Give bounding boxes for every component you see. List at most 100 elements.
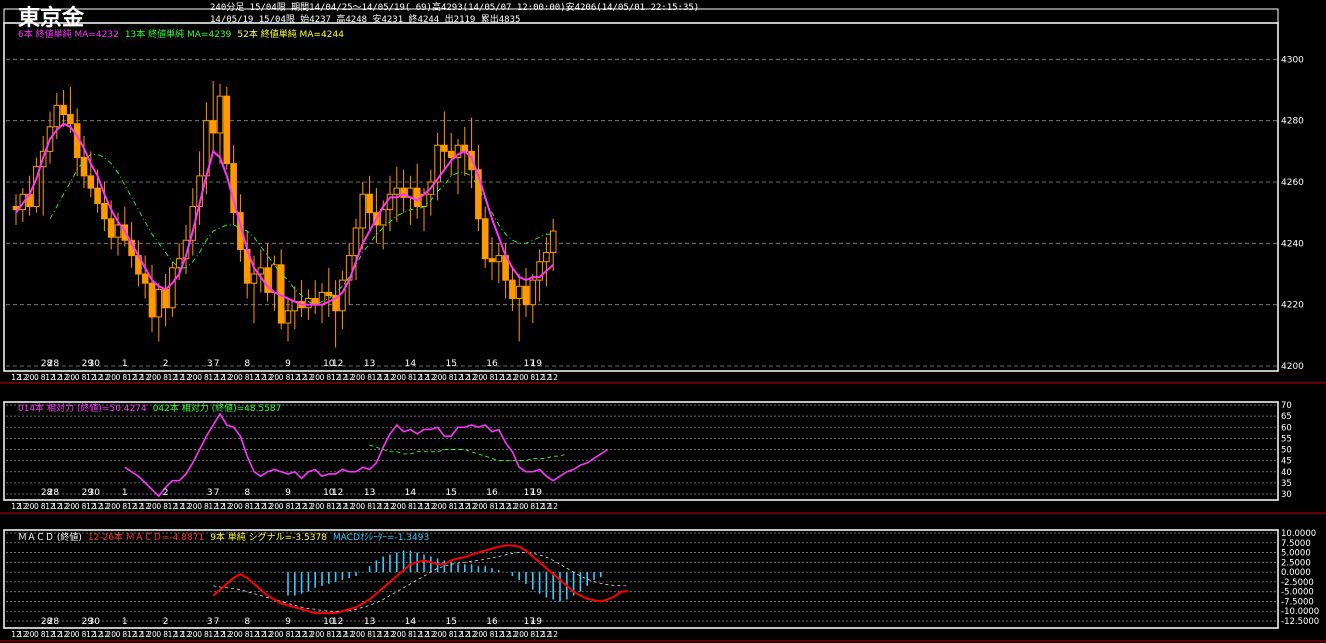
price-ytick-4: 4280 [1281, 117, 1304, 127]
macd-date-15: 16 [486, 617, 498, 627]
rsi14-line [124, 412, 609, 498]
rsi42-line [369, 444, 567, 462]
candle-body-51 [359, 193, 367, 229]
candle-body-20 [148, 282, 156, 318]
candle-body-23 [169, 267, 176, 309]
candle-body-50 [352, 227, 360, 257]
macd-time-57: 0 [401, 630, 406, 639]
rsi-date-3: 30 [88, 488, 100, 498]
macd-time-39: 0 [279, 630, 284, 639]
macd-time-9: 0 [75, 630, 80, 639]
price-time-9: 0 [75, 373, 80, 382]
candle-body-52 [366, 193, 373, 214]
rsi-time-69: 0 [483, 502, 488, 511]
candle-body-64 [447, 150, 455, 158]
rsi-frame [3, 401, 1279, 501]
rsi-ytick-2: 40 [1281, 468, 1292, 478]
macd-frame [3, 529, 1279, 629]
macd-time-21: 0 [156, 630, 161, 639]
rsi-ytick-8: 70 [1281, 401, 1292, 411]
rsi-time-3: 0 [34, 502, 39, 511]
candle-body-13 [101, 202, 108, 220]
ma-legend-item-0: 6本 終値単純 MA=4232 [18, 30, 119, 40]
price-date-1: 28 [48, 359, 60, 369]
rsi-date-13: 14 [405, 488, 417, 498]
price-time-21: 0 [156, 373, 161, 382]
price-date-4: 1 [122, 359, 128, 369]
macd-time-27: 0 [197, 630, 202, 639]
rsi-legend-item-0: 014本 相対力 (終値)=50.4274 [18, 404, 147, 414]
rsi-date-12: 13 [364, 488, 375, 498]
macd-line [212, 544, 629, 615]
rsi-date-15: 16 [486, 488, 498, 498]
price-time-57: 0 [401, 373, 406, 382]
price-time-3: 0 [34, 373, 39, 382]
macd-ytick-1: 7.5000 [1281, 539, 1311, 549]
rsi-ytick-5: 55 [1281, 434, 1292, 444]
candle-body-78 [543, 252, 550, 263]
macd-panel[interactable]: 10.00007.50005.00002.50000.0000-2.5000-5… [6, 529, 1319, 639]
candle-body-19 [141, 273, 149, 284]
rsi-time-57: 0 [401, 502, 406, 511]
rsi-ytick-7: 65 [1281, 412, 1292, 422]
rsi-date-8: 8 [244, 488, 250, 498]
price-date-6: 3 [207, 359, 213, 369]
rsi-panel[interactable]: 3035404550556065702828 2930 1 2 3 7 8 9 1012 13 14… [6, 401, 1292, 511]
macd-date-3: 30 [88, 617, 100, 627]
rsi-time-21: 0 [156, 502, 161, 511]
candle-body-73 [509, 279, 516, 300]
rsi-time-15: 0 [116, 502, 121, 511]
macd-time-69: 0 [483, 630, 488, 639]
candle-body-6 [53, 104, 61, 128]
candle-body-79 [549, 230, 557, 254]
header-frame [3, 8, 1279, 24]
candle-body-7 [60, 104, 67, 116]
ma-legend-item-2: 52本 終値単純 MA=4244 [237, 30, 344, 40]
candle-body-30 [216, 95, 224, 134]
macd-ytick-6: -5.0000 [1281, 588, 1314, 598]
candle-body-69 [481, 218, 489, 260]
rsi-time-75: 0 [524, 502, 529, 511]
price-ytick-3: 4260 [1281, 178, 1304, 188]
rsi-time-9: 0 [75, 502, 80, 511]
macd-date-14: 15 [445, 617, 456, 627]
macd-time-3: 0 [34, 630, 39, 639]
rsi-date-14: 15 [445, 488, 456, 498]
rsi-time-79: 12 [548, 502, 558, 511]
rsi-ytick-0: 30 [1281, 490, 1292, 500]
price-time-79: 12 [548, 373, 558, 382]
candle-body-22 [162, 288, 169, 309]
macd-date-9: 9 [285, 617, 291, 627]
price-frame [3, 22, 1279, 372]
macd-date-12: 13 [364, 617, 375, 627]
candle-body-63 [441, 144, 448, 152]
macd-date-4: 1 [122, 617, 128, 627]
rsi-date-6: 3 [207, 488, 213, 498]
rsi-date-7: 7 [214, 488, 220, 498]
rsi-date-11: 12 [332, 488, 343, 498]
price-time-33: 0 [238, 373, 243, 382]
macd-time-79: 12 [548, 630, 558, 639]
rsi-ytick-4: 50 [1281, 446, 1292, 456]
rsi-time-39: 0 [279, 502, 284, 511]
rsi-time-27: 0 [197, 502, 202, 511]
price-time-63: 0 [442, 373, 447, 382]
macd-date-5: 2 [163, 617, 169, 627]
macd-ytick-3: 2.5000 [1281, 558, 1311, 568]
candle-body-74 [515, 285, 523, 300]
macd-time-15: 0 [116, 630, 121, 639]
candle-body-46 [325, 291, 333, 296]
price-ytick-1: 4220 [1281, 301, 1304, 311]
macd-date-7: 7 [214, 617, 220, 627]
macd-legend-item-1: 12-26本 ＭＡＣＤ=-4.8871 [87, 533, 205, 543]
price-panel[interactable]: 4200422042404260428043002828 2930 1 2 3 7 8 9 10… [6, 55, 1304, 382]
macd-date-17: 19 [530, 617, 542, 627]
macd-date-6: 3 [207, 617, 213, 627]
rsi-legend-item-1: 042本 相対力 (終値)=48.5587 [152, 404, 282, 414]
price-date-13: 14 [405, 359, 417, 369]
rsi-ytick-1: 35 [1281, 479, 1292, 489]
price-time-27: 0 [197, 373, 202, 382]
price-time-75: 0 [524, 373, 529, 382]
macd-date-1: 28 [48, 617, 60, 627]
macd-ytick-7: -7.5000 [1281, 597, 1314, 607]
